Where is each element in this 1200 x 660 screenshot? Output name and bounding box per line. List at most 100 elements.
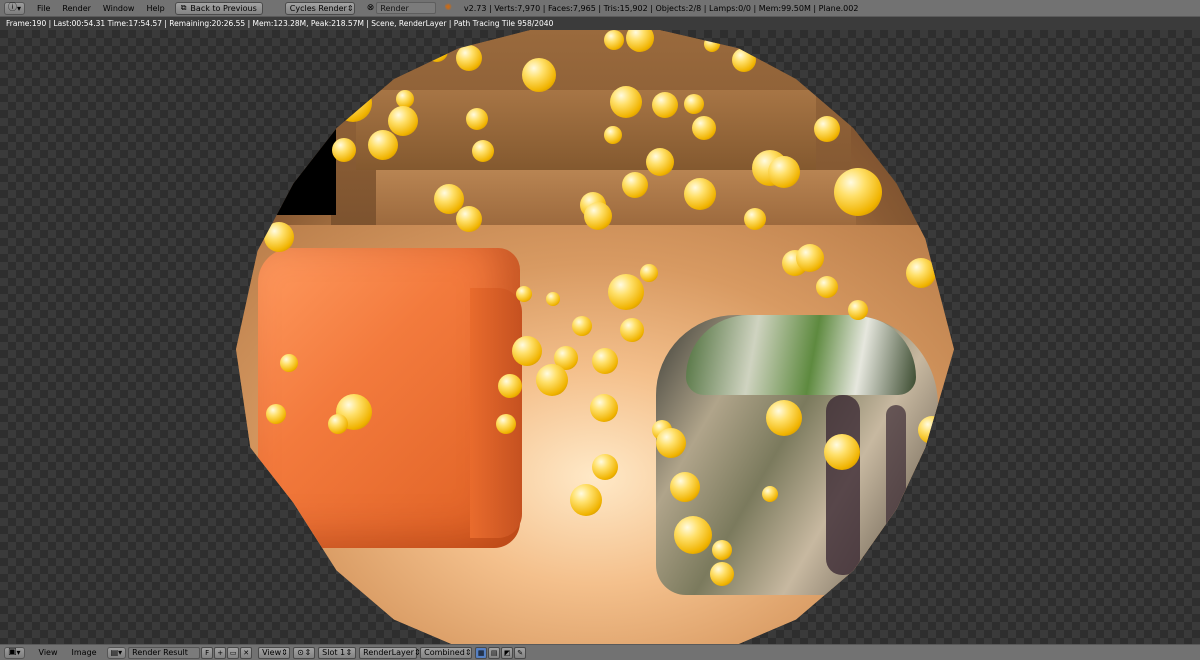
bubble bbox=[710, 562, 734, 586]
menu-render[interactable]: Render bbox=[62, 4, 90, 13]
open-image-icon[interactable]: ▭ bbox=[227, 646, 240, 659]
slot-select[interactable]: Slot 1 ⇕ bbox=[318, 646, 357, 659]
editor-type-button[interactable]: ▣ ▾ bbox=[4, 646, 25, 659]
bubble bbox=[522, 58, 556, 92]
bubble bbox=[712, 540, 732, 560]
bubble bbox=[796, 244, 824, 272]
dark-corner bbox=[236, 125, 336, 215]
bubble bbox=[498, 374, 522, 398]
render-pass-label: Combined bbox=[424, 648, 465, 657]
step-upper bbox=[356, 90, 816, 170]
bubble bbox=[640, 264, 658, 282]
fake-user-button[interactable]: F bbox=[201, 646, 214, 659]
bubble bbox=[814, 116, 840, 142]
bubble bbox=[610, 86, 642, 118]
bubble bbox=[516, 286, 532, 302]
bubble bbox=[280, 354, 298, 372]
render-pass-select[interactable]: Combined ⇕ bbox=[420, 646, 473, 659]
new-image-icon[interactable]: + bbox=[214, 646, 227, 659]
image-editor-icon: ▣ bbox=[8, 647, 17, 657]
image-browse-button[interactable]: ▤ ▾ bbox=[106, 646, 127, 659]
render-info-line: Frame:190 | Last:00:54.31 Time:17:54.57 … bbox=[0, 17, 1200, 30]
render-layer-select[interactable]: RenderLayer ⇕ bbox=[359, 646, 421, 659]
bubble bbox=[646, 148, 674, 176]
alpha-checker-icon[interactable]: ▦ bbox=[475, 646, 488, 659]
chevron-down-icon: ▾ bbox=[118, 648, 123, 657]
bubble bbox=[692, 116, 716, 140]
alpha-icon[interactable]: ▤ bbox=[488, 646, 501, 659]
bubble bbox=[652, 92, 678, 118]
bubble bbox=[536, 364, 568, 396]
menu-view[interactable]: View bbox=[39, 648, 58, 657]
bubble bbox=[732, 48, 756, 72]
view-select[interactable]: View ⇕ bbox=[258, 646, 291, 659]
bubble bbox=[768, 156, 800, 188]
updown-icon: ⇕ bbox=[464, 648, 472, 657]
bubble bbox=[456, 206, 482, 232]
bubble bbox=[334, 84, 372, 122]
menu-help[interactable]: Help bbox=[146, 4, 164, 13]
info-header: ⓘ ▾ File Render Window Help ⧉ Back to Prev… bbox=[0, 0, 1200, 17]
pivot-select[interactable]: ⊙ ⇕ bbox=[293, 646, 316, 659]
bubble bbox=[620, 318, 644, 342]
updown-icon: ⇕ bbox=[304, 648, 312, 657]
menu-image[interactable]: Image bbox=[72, 648, 97, 657]
bubble bbox=[684, 94, 704, 114]
bubble bbox=[816, 276, 838, 298]
bubble bbox=[704, 36, 720, 52]
image-name-field[interactable]: Render Result bbox=[128, 646, 201, 659]
jar-stripe bbox=[886, 405, 906, 555]
bubble bbox=[388, 106, 418, 136]
back-to-previous-button[interactable]: ⧉ Back to Previous bbox=[174, 1, 263, 15]
bubble bbox=[496, 414, 516, 434]
back-arrow-icon: ⧉ bbox=[180, 3, 187, 12]
bubble bbox=[906, 258, 936, 288]
scene-name-field[interactable]: Render bbox=[376, 2, 437, 14]
cube-side bbox=[470, 288, 522, 538]
bubble bbox=[570, 484, 602, 516]
bubble bbox=[656, 428, 686, 458]
bubble bbox=[766, 400, 802, 436]
image-browse-icon: ▤ bbox=[110, 648, 119, 657]
bubble bbox=[368, 130, 398, 160]
render-engine-select[interactable]: Cycles Render ⇕ bbox=[284, 1, 355, 15]
slot-label: Slot 1 bbox=[322, 648, 346, 657]
orange-cube bbox=[258, 248, 522, 548]
view-select-label: View bbox=[262, 648, 282, 657]
bubble bbox=[328, 414, 348, 434]
bubble bbox=[834, 168, 882, 216]
bubble bbox=[456, 45, 482, 71]
bubble bbox=[762, 486, 778, 502]
bubble bbox=[546, 292, 560, 306]
updown-icon: ⇕ bbox=[345, 648, 353, 657]
pin-icon[interactable]: ✎ bbox=[514, 646, 527, 659]
bubble bbox=[674, 516, 712, 554]
bubble bbox=[332, 138, 356, 162]
bubble bbox=[266, 404, 286, 424]
bubble bbox=[848, 300, 868, 320]
render-icon: ✺ bbox=[444, 3, 452, 13]
jar-lid bbox=[686, 315, 916, 395]
bubble bbox=[466, 108, 488, 130]
bubble bbox=[684, 178, 716, 210]
jar-stripe bbox=[826, 395, 860, 575]
bubble bbox=[744, 208, 766, 230]
menu-file[interactable]: File bbox=[37, 4, 50, 13]
bubble bbox=[622, 172, 648, 198]
editor-type-button[interactable]: ⓘ ▾ bbox=[4, 1, 26, 15]
bubble bbox=[604, 30, 624, 50]
render-layer-label: RenderLayer bbox=[363, 648, 414, 657]
bubble bbox=[592, 454, 618, 480]
bubble bbox=[572, 316, 592, 336]
close-x-icon[interactable]: ⊗ bbox=[367, 3, 375, 13]
bubble bbox=[590, 394, 618, 422]
menu-window[interactable]: Window bbox=[103, 4, 135, 13]
bubble bbox=[670, 472, 700, 502]
back-to-previous-label: Back to Previous bbox=[190, 3, 257, 13]
scene-stats: v2.73 | Verts:7,970 | Faces:7,965 | Tris… bbox=[463, 3, 859, 13]
bubble bbox=[592, 348, 618, 374]
unlink-image-icon[interactable]: ✕ bbox=[240, 646, 253, 659]
image-canvas[interactable] bbox=[0, 30, 1200, 644]
bubble bbox=[918, 416, 946, 444]
z-buffer-icon[interactable]: ◩ bbox=[501, 646, 514, 659]
